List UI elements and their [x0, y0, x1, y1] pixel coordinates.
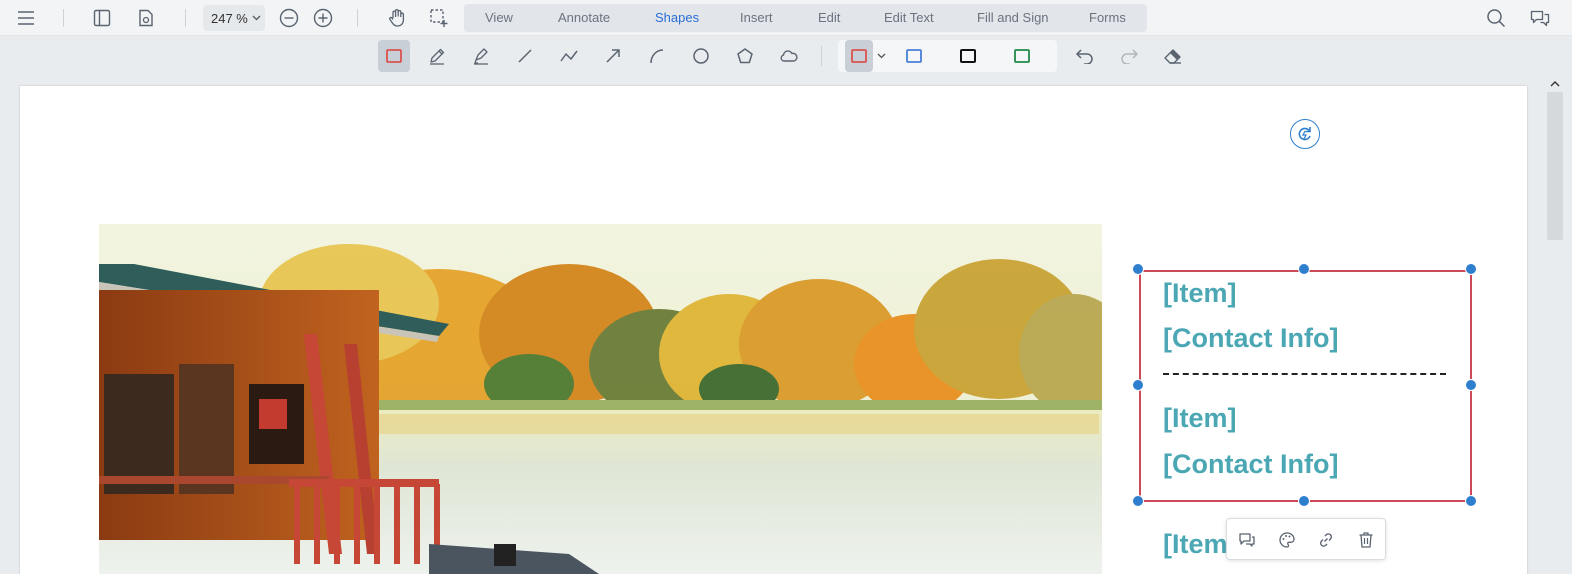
link-icon	[1320, 533, 1332, 547]
polygon-icon	[737, 48, 753, 64]
shapes-toolbar	[0, 36, 1572, 76]
comments-icon[interactable]	[1528, 6, 1552, 30]
line-tool[interactable]	[509, 40, 541, 72]
zoom-in-icon[interactable]	[311, 6, 335, 30]
tab-annotate[interactable]: Annotate	[558, 4, 610, 32]
tab-edit[interactable]: Edit	[818, 4, 840, 32]
rectangle-icon	[906, 49, 922, 63]
pen-tool[interactable]	[421, 40, 453, 72]
rectangle-tool[interactable]	[378, 40, 410, 72]
rotate-handle[interactable]	[1290, 119, 1320, 149]
search-icon[interactable]	[1484, 6, 1508, 30]
tab-insert[interactable]: Insert	[740, 4, 773, 32]
divider	[185, 9, 186, 27]
divider	[63, 9, 64, 27]
menu-icon[interactable]	[14, 6, 38, 30]
ellipse-tool[interactable]	[685, 40, 717, 72]
rectangle-annotation[interactable]	[1139, 270, 1472, 502]
annotation-popup	[1226, 518, 1386, 560]
comment-button[interactable]	[1235, 528, 1259, 552]
rectangle-icon	[386, 49, 402, 63]
document-settings-icon[interactable]	[134, 6, 158, 30]
link-button[interactable]	[1314, 528, 1338, 552]
sidebar-icon[interactable]	[90, 6, 114, 30]
redo-icon	[1121, 49, 1139, 64]
resize-handle[interactable]	[1465, 379, 1477, 391]
cloud-icon	[780, 50, 798, 62]
tab-edit-text[interactable]: Edit Text	[884, 4, 934, 32]
resize-handle[interactable]	[1298, 495, 1310, 507]
resize-handle[interactable]	[1298, 263, 1310, 275]
chevron-down-icon	[877, 53, 885, 59]
chevron-down-icon	[252, 15, 261, 21]
tab-fill-and-sign[interactable]: Fill and Sign	[977, 4, 1049, 32]
resize-handle[interactable]	[1132, 263, 1144, 275]
style-palette-icon	[1279, 532, 1295, 548]
resize-handle[interactable]	[1465, 263, 1477, 275]
pan-hand-icon[interactable]	[385, 6, 409, 30]
eraser-button[interactable]	[1157, 40, 1189, 72]
comment-icon	[1239, 533, 1255, 547]
undo-button[interactable]	[1069, 40, 1101, 72]
delete-icon	[1359, 532, 1373, 548]
eraser-icon	[1164, 49, 1181, 64]
rectangle-icon	[1014, 49, 1030, 63]
active-style-preset[interactable]	[845, 40, 873, 72]
scrollbar-thumb[interactable]	[1547, 92, 1563, 240]
style-preset-green[interactable]	[1006, 40, 1038, 72]
top-toolbar: 247 % View Annotate Shapes Insert Edit E…	[0, 0, 1572, 36]
divider	[821, 46, 822, 66]
rectangle-icon	[960, 49, 976, 63]
polyline-tool[interactable]	[553, 40, 585, 72]
arc-icon	[650, 49, 664, 64]
lake-photo	[99, 224, 1102, 574]
tab-forms[interactable]: Forms	[1089, 4, 1126, 32]
resize-handle[interactable]	[1132, 379, 1144, 391]
pen-icon	[430, 48, 445, 65]
ribbon-tabs: View Annotate Shapes Insert Edit Edit Te…	[464, 4, 1147, 32]
highlighter-icon	[474, 48, 488, 65]
rotate-icon	[1298, 127, 1311, 141]
cloud-tool[interactable]	[773, 40, 805, 72]
highlighter-tool[interactable]	[465, 40, 497, 72]
divider	[357, 9, 358, 27]
arrow-tool[interactable]	[597, 40, 629, 72]
rectangle-icon	[851, 49, 867, 63]
style-dropdown[interactable]	[873, 40, 889, 72]
zoom-dropdown[interactable]: 247 %	[203, 5, 265, 31]
delete-button[interactable]	[1354, 528, 1378, 552]
scroll-up-icon[interactable]	[1547, 78, 1563, 90]
style-preset-black[interactable]	[952, 40, 984, 72]
resize-handle[interactable]	[1132, 495, 1144, 507]
undo-icon	[1075, 49, 1093, 64]
ellipse-icon	[693, 48, 709, 64]
arc-tool[interactable]	[641, 40, 673, 72]
zoom-value: 247 %	[211, 10, 248, 26]
arrow-icon	[606, 49, 620, 63]
line-icon	[518, 49, 532, 63]
redo-button[interactable]	[1113, 40, 1145, 72]
tab-view[interactable]: View	[485, 4, 513, 32]
marquee-select-icon[interactable]	[427, 6, 451, 30]
polygon-tool[interactable]	[729, 40, 761, 72]
resize-handle[interactable]	[1465, 495, 1477, 507]
tab-shapes[interactable]: Shapes	[655, 4, 699, 32]
style-preset-blue[interactable]	[898, 40, 930, 72]
zoom-out-icon[interactable]	[277, 6, 301, 30]
style-button[interactable]	[1275, 528, 1299, 552]
polyline-icon	[560, 50, 578, 62]
